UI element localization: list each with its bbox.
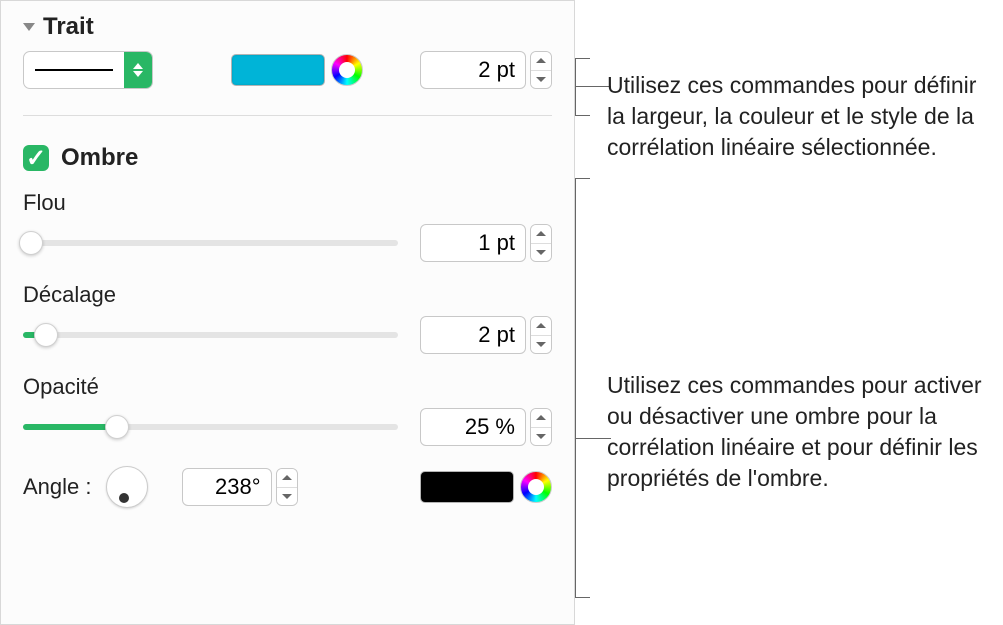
opacity-label: Opacité	[23, 374, 552, 400]
bracket-icon	[575, 58, 597, 116]
shadow-color-swatch[interactable]	[420, 471, 514, 503]
color-wheel-icon[interactable]	[331, 54, 363, 86]
opacity-down-button[interactable]	[531, 428, 551, 446]
stroke-width-up-button[interactable]	[531, 52, 551, 71]
blur-slider[interactable]	[23, 228, 398, 258]
offset-stepper	[420, 316, 552, 354]
stroke-color-group	[231, 54, 363, 86]
blur-input[interactable]	[420, 224, 526, 262]
style-panel: Trait ✓ Ombre Flou	[0, 0, 575, 625]
trait-section-label: Trait	[43, 13, 94, 41]
stroke-width-stepper-buttons	[530, 51, 552, 89]
offset-up-button[interactable]	[531, 317, 551, 336]
angle-indicator-icon	[119, 493, 129, 503]
angle-row: Angle :	[23, 466, 552, 508]
opacity-input[interactable]	[420, 408, 526, 446]
chevron-down-icon	[23, 23, 35, 31]
color-wheel-icon[interactable]	[520, 471, 552, 503]
angle-up-button[interactable]	[277, 469, 297, 488]
section-divider	[23, 115, 552, 116]
offset-down-button[interactable]	[531, 336, 551, 354]
angle-dial[interactable]	[106, 466, 148, 508]
blur-group: Flou	[23, 190, 552, 262]
stroke-width-stepper	[420, 51, 552, 89]
opacity-up-button[interactable]	[531, 409, 551, 428]
stroke-width-down-button[interactable]	[531, 71, 551, 89]
callouts: Utilisez ces commandes pour définir la l…	[575, 0, 1003, 625]
blur-up-button[interactable]	[531, 225, 551, 244]
stroke-style-popup[interactable]	[23, 51, 153, 89]
callout-trait: Utilisez ces commandes pour définir la l…	[607, 70, 997, 163]
offset-slider[interactable]	[23, 320, 398, 350]
popup-arrows-icon	[124, 52, 152, 88]
opacity-stepper	[420, 408, 552, 446]
callout-shadow: Utilisez ces commandes pour activer ou d…	[607, 370, 997, 494]
angle-down-button[interactable]	[277, 488, 297, 506]
opacity-group: Opacité	[23, 374, 552, 446]
shadow-color-group	[420, 471, 552, 503]
offset-label: Décalage	[23, 282, 552, 308]
line-icon	[35, 69, 113, 71]
stroke-style-preview	[24, 52, 124, 88]
stroke-color-swatch[interactable]	[231, 54, 325, 86]
trait-section-header[interactable]: Trait	[23, 7, 552, 51]
shadow-section-label: Ombre	[61, 144, 138, 172]
shadow-checkbox-row: ✓ Ombre	[23, 144, 552, 172]
bracket-icon	[575, 178, 597, 598]
blur-down-button[interactable]	[531, 244, 551, 262]
offset-group: Décalage	[23, 282, 552, 354]
trait-controls-row	[23, 51, 552, 89]
angle-label: Angle :	[23, 474, 92, 500]
shadow-checkbox[interactable]: ✓	[23, 145, 49, 171]
angle-stepper	[182, 468, 298, 506]
angle-input[interactable]	[182, 468, 272, 506]
offset-input[interactable]	[420, 316, 526, 354]
blur-stepper	[420, 224, 552, 262]
stroke-width-input[interactable]	[420, 51, 526, 89]
opacity-slider[interactable]	[23, 412, 398, 442]
blur-label: Flou	[23, 190, 552, 216]
